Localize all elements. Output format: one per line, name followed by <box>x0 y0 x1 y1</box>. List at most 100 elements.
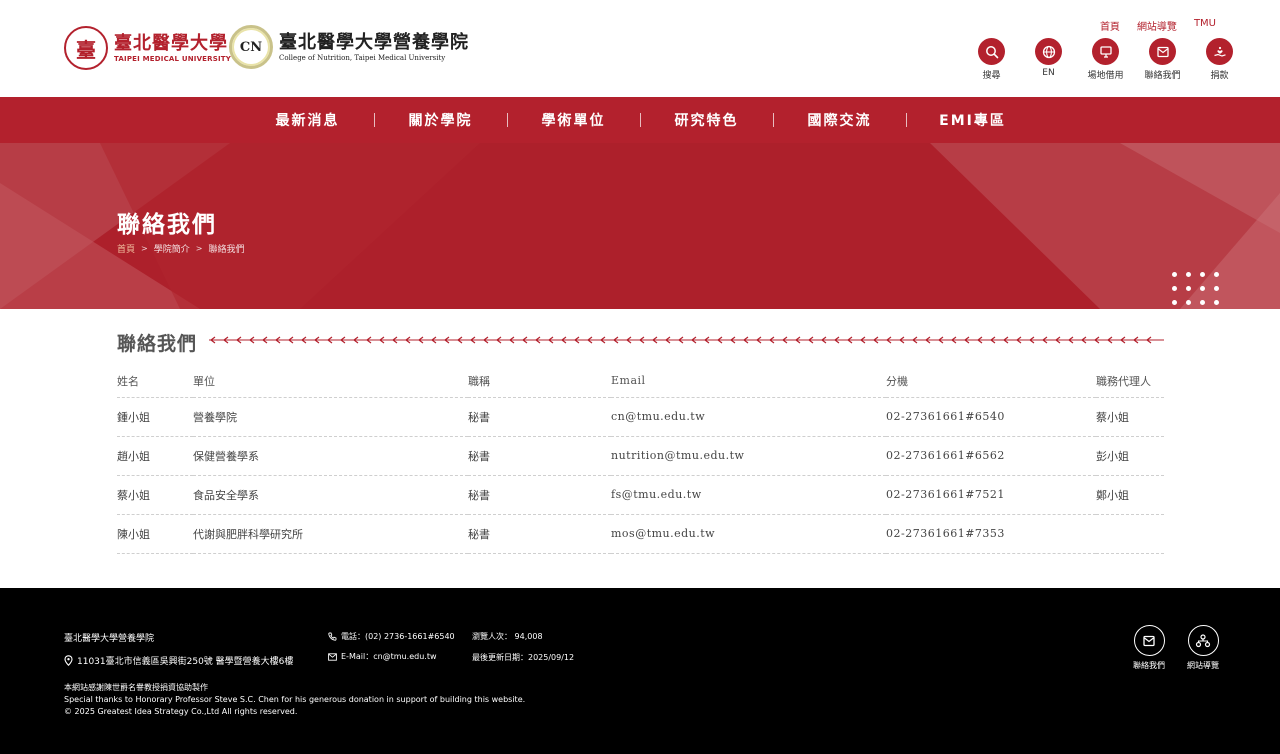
cell-email[interactable]: cn@tmu.edu.tw <box>611 397 886 437</box>
cell-ext: 02-27361661#7353 <box>886 514 1096 554</box>
quick-search-label: 搜尋 <box>982 71 1001 81</box>
quick-links: 搜尋 EN 場地借用 聯絡我們 捐款 <box>963 38 1248 81</box>
cell-unit: 保健營養學系 <box>193 436 468 476</box>
search-icon <box>978 38 1005 65</box>
nav-news[interactable]: 最新消息 <box>241 110 374 130</box>
col-name: 姓名 <box>117 365 193 398</box>
quick-venue-label: 場地借用 <box>1087 71 1124 81</box>
quick-contact-label: 聯絡我們 <box>1144 71 1181 81</box>
breadcrumb-chevron-icon: > <box>195 244 203 253</box>
cell-deputy: 鄭小姐 <box>1096 475 1164 515</box>
nav-international[interactable]: 國際交流 <box>773 110 906 130</box>
arrow-divider-icon <box>209 336 1164 344</box>
footer-college-name: 臺北醫學大學營養學院 <box>64 634 155 644</box>
globe-icon <box>1035 38 1062 65</box>
quick-en-label: EN <box>1042 68 1055 78</box>
location-pin-icon <box>64 655 73 666</box>
col-title: 職稱 <box>468 365 611 398</box>
breadcrumb-chevron-icon: > <box>141 244 148 253</box>
contact-table: 姓名 單位 職稱 Email 分機 職務代理人 鍾小姐 營養學院 秘書 cn@t… <box>117 365 1164 554</box>
cell-title: 秘書 <box>468 397 611 437</box>
nav-about[interactable]: 關於學院 <box>374 110 507 130</box>
breadcrumb-home[interactable]: 首頁 <box>117 242 135 255</box>
main-nav: 最新消息 關於學院 學術單位 研究特色 國際交流 EMI專區 <box>0 97 1280 143</box>
cell-ext: 02-27361661#6540 <box>886 397 1096 437</box>
sitemap-icon <box>1187 625 1219 656</box>
college-logo-zh: 臺北醫學大學營養學院 <box>279 31 469 53</box>
footer-phone-text: 電話：(02) 2736-1661#6540 <box>341 632 455 641</box>
footer-copyright: © 2025 Greatest Idea Strategy Co.,Ltd Al… <box>64 707 298 716</box>
col-deputy: 職務代理人 <box>1096 365 1164 398</box>
page-banner: 聯絡我們 首頁 > 學院簡介 > 聯絡我們 <box>0 143 1280 309</box>
footer-icon-links: 聯絡我們 網站導覽 <box>1133 625 1219 671</box>
cell-unit: 營養學院 <box>193 397 468 437</box>
breadcrumb-about[interactable]: 學院簡介 <box>154 242 190 255</box>
col-ext: 分機 <box>886 365 1096 398</box>
nav-research[interactable]: 研究特色 <box>640 110 773 130</box>
mail-icon <box>1133 625 1165 656</box>
venue-icon <box>1092 38 1119 65</box>
top-links: 首頁 網站導覽 TMU <box>1100 18 1216 33</box>
mail-icon <box>328 652 337 661</box>
footer-contact-button[interactable]: 聯絡我們 <box>1133 625 1165 671</box>
top-link-tmu[interactable]: TMU <box>1194 18 1216 33</box>
cell-title: 秘書 <box>468 475 611 515</box>
footer-sitemap-button[interactable]: 網站導覽 <box>1187 625 1219 671</box>
page-title: 聯絡我們 <box>117 212 217 238</box>
table-row: 蔡小姐 食品安全學系 秘書 fs@tmu.edu.tw 02-27361661#… <box>117 475 1164 515</box>
site-footer: 臺北醫學大學營養學院 11031臺北市信義區吳興街250號 醫學暨營養大樓6樓 … <box>0 588 1280 754</box>
cell-email[interactable]: fs@tmu.edu.tw <box>611 475 886 515</box>
phone-icon <box>328 632 337 641</box>
top-link-sitemap[interactable]: 網站導覽 <box>1137 18 1177 33</box>
cn-badge-icon: CN <box>229 25 273 69</box>
nav-emi[interactable]: EMI專區 <box>906 110 1039 130</box>
tmu-seal-icon: 臺 <box>64 26 108 70</box>
cell-ext: 02-27361661#7521 <box>886 475 1096 515</box>
cell-name: 趙小姐 <box>117 436 193 476</box>
cell-name: 蔡小姐 <box>117 475 193 515</box>
nav-academics[interactable]: 學術單位 <box>507 110 640 130</box>
cell-email[interactable]: mos@tmu.edu.tw <box>611 514 886 554</box>
top-link-home[interactable]: 首頁 <box>1100 18 1120 33</box>
cell-deputy: 蔡小姐 <box>1096 397 1164 437</box>
cell-ext: 02-27361661#6562 <box>886 436 1096 476</box>
cell-unit: 食品安全學系 <box>193 475 468 515</box>
quick-donate-label: 捐款 <box>1210 71 1229 81</box>
cell-unit: 代謝與肥胖科學研究所 <box>193 514 468 554</box>
footer-thanks-zh: 本網站感謝陳世爵名譽教授捐資協助製作 <box>64 683 208 692</box>
dots-decoration-icon <box>1172 272 1219 305</box>
footer-last-updated: 最後更新日期：2025/09/12 <box>472 653 575 662</box>
col-unit: 單位 <box>193 365 468 398</box>
quick-en[interactable]: EN <box>1020 38 1077 81</box>
footer-phone: 電話：(02) 2736-1661#6540 <box>328 631 455 642</box>
footer-sitemap-label: 網站導覽 <box>1187 661 1219 670</box>
site-header: 臺 臺北醫學大學 TAIPEI MEDICAL UNIVERSITY CN 臺北… <box>0 0 1280 97</box>
footer-address: 11031臺北市信義區吳興街250號 醫學暨營養大樓6樓 <box>64 654 293 667</box>
tmu-logo-zh: 臺北醫學大學 <box>114 32 228 54</box>
quick-venue[interactable]: 場地借用 <box>1077 38 1134 81</box>
cell-name: 鍾小姐 <box>117 397 193 437</box>
footer-email-text[interactable]: E-Mail：cn@tmu.edu.tw <box>341 651 437 662</box>
table-row: 趙小姐 保健營養學系 秘書 nutrition@tmu.edu.tw 02-27… <box>117 436 1164 476</box>
table-header-row: 姓名 單位 職稱 Email 分機 職務代理人 <box>117 365 1164 398</box>
tmu-logo-en: TAIPEI MEDICAL UNIVERSITY <box>114 54 232 63</box>
college-logo[interactable]: CN 臺北醫學大學營養學院 College of Nutrition, Taip… <box>229 25 469 69</box>
quick-donate[interactable]: 捐款 <box>1191 38 1248 81</box>
table-row: 陳小姐 代謝與肥胖科學研究所 秘書 mos@tmu.edu.tw 02-2736… <box>117 514 1164 554</box>
donate-icon <box>1206 38 1233 65</box>
mail-icon <box>1149 38 1176 65</box>
cell-title: 秘書 <box>468 436 611 476</box>
cell-deputy: 彭小姐 <box>1096 436 1164 476</box>
footer-visit-count: 瀏覽人次： 94,008 <box>472 632 543 641</box>
quick-contact[interactable]: 聯絡我們 <box>1134 38 1191 81</box>
footer-thanks-en: Special thanks to Honorary Professor Ste… <box>64 695 526 704</box>
breadcrumb: 首頁 > 學院簡介 > 聯絡我們 <box>117 242 244 255</box>
footer-thanks: 本網站感謝陳世爵名譽教授捐資協助製作 Special thanks to Hon… <box>64 682 525 718</box>
cell-email[interactable]: nutrition@tmu.edu.tw <box>611 436 886 476</box>
table-row: 鍾小姐 營養學院 秘書 cn@tmu.edu.tw 02-27361661#65… <box>117 397 1164 437</box>
cell-name: 陳小姐 <box>117 514 193 554</box>
tmu-logo[interactable]: 臺 臺北醫學大學 TAIPEI MEDICAL UNIVERSITY <box>64 26 231 70</box>
cell-deputy <box>1096 514 1164 554</box>
section-title: 聯絡我們 <box>117 333 198 355</box>
quick-search[interactable]: 搜尋 <box>963 38 1020 81</box>
